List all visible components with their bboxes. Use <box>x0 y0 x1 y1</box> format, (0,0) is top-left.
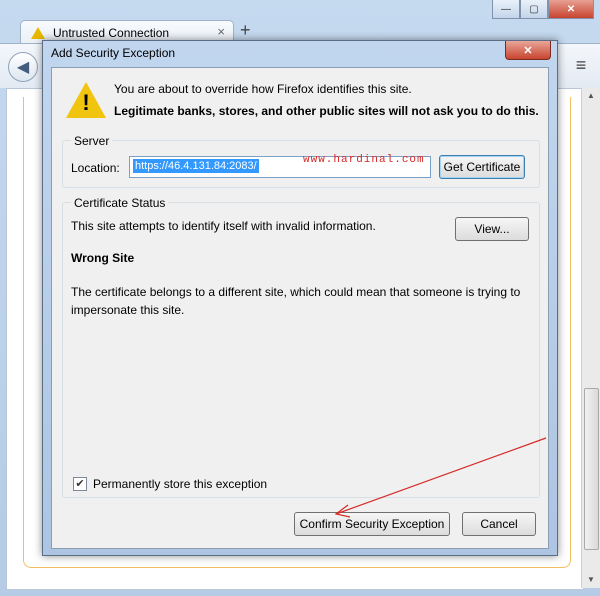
annotation-arrow <box>334 437 547 518</box>
annotation-arrow-line <box>335 437 547 515</box>
